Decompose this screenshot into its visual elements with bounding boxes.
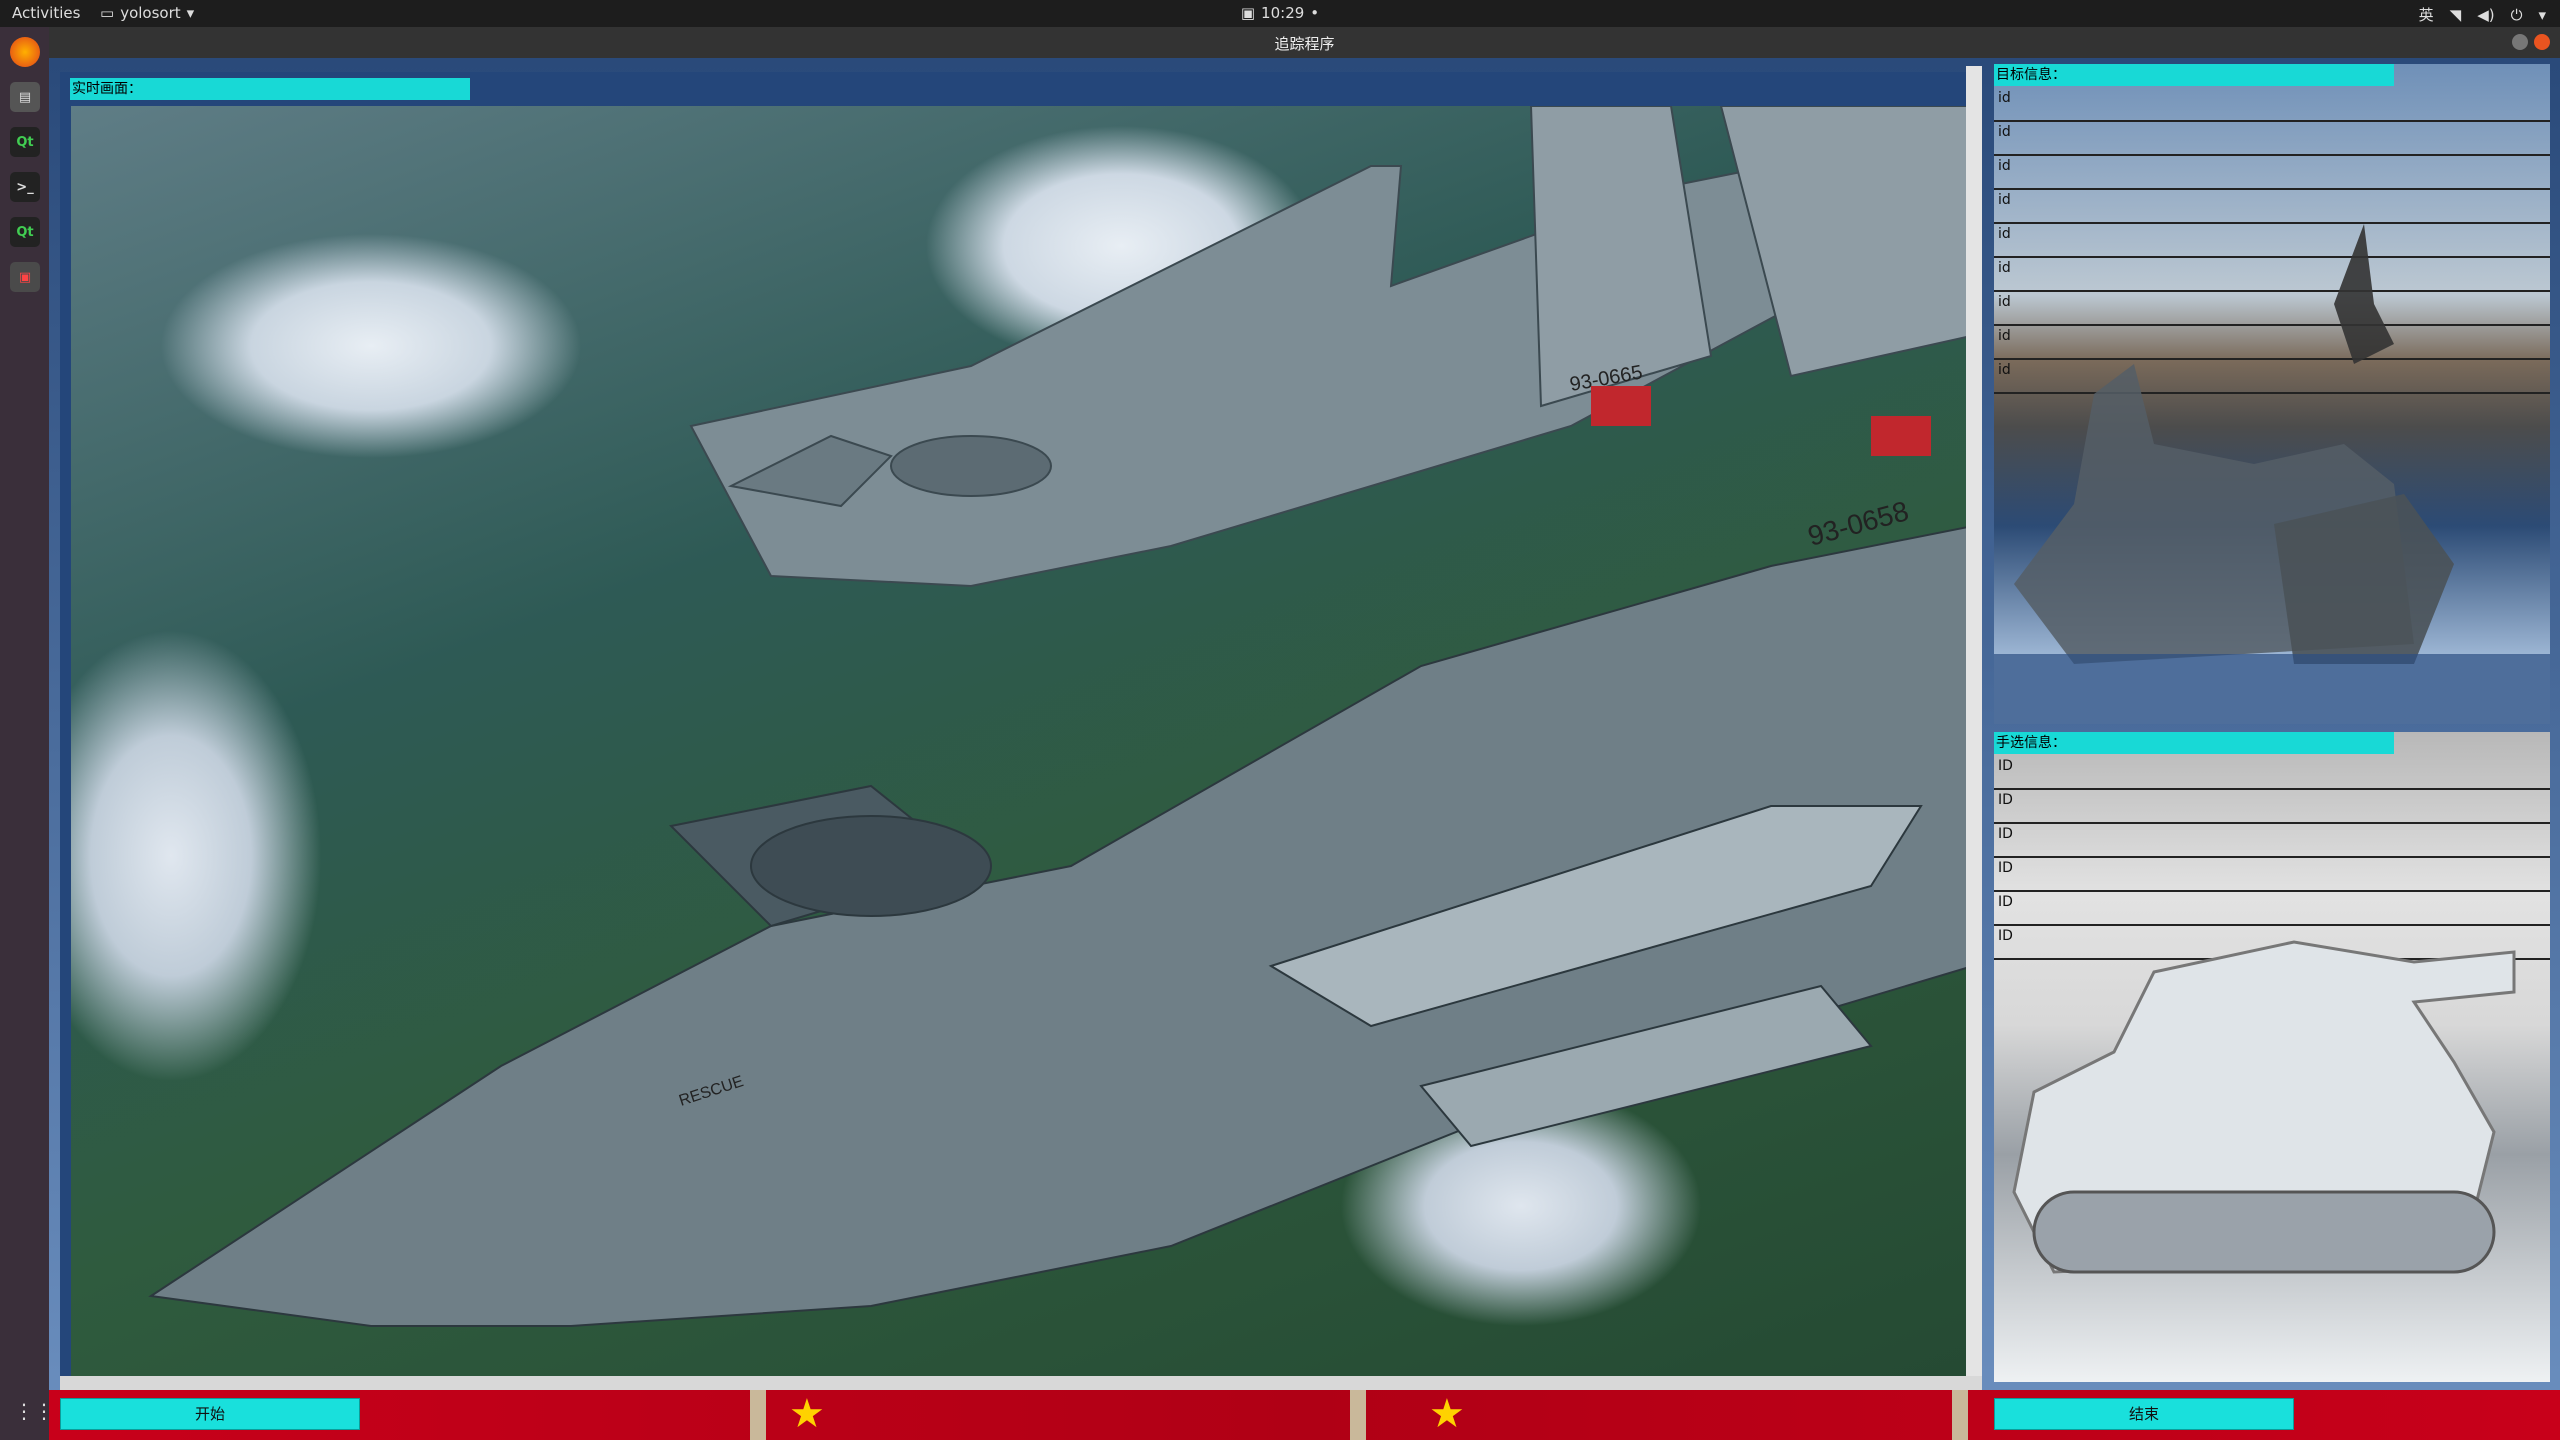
target-info-label: 目标信息：: [1994, 64, 2394, 86]
target-row[interactable]: id: [1994, 88, 2550, 122]
clock[interactable]: ▣ 10:29 •: [1241, 4, 1319, 22]
qt-designer-icon[interactable]: Qt: [10, 217, 40, 247]
target-row[interactable]: id: [1994, 122, 2550, 156]
pillar-decoration: [1350, 1390, 1366, 1440]
system-tray[interactable]: 英 ◥ ◀) ⏻ ▾: [2419, 4, 2546, 25]
window-title: 追踪程序: [1274, 35, 1335, 53]
calendar-icon: ▣: [1240, 4, 1256, 22]
show-applications-icon[interactable]: ⋮⋮⋮: [14, 1400, 74, 1422]
pillar-decoration: [750, 1390, 766, 1440]
pillar-decoration: [1952, 1390, 1968, 1440]
firefox-icon[interactable]: [10, 37, 40, 67]
window-titlebar[interactable]: 追踪程序: [49, 27, 2560, 58]
start-button[interactable]: 开始: [60, 1398, 360, 1430]
clock-time: 10:29: [1261, 4, 1305, 22]
power-icon: ⏻: [2510, 5, 2523, 24]
video-vertical-scrollbar[interactable]: [1966, 66, 1982, 1376]
notification-dot-icon: •: [1310, 4, 1320, 22]
video-horizontal-scrollbar[interactable]: [60, 1376, 1982, 1390]
system-top-bar: Activities ▭ yolosort ▾ ▣ 10:29 • 英 ◥ ◀)…: [0, 0, 2560, 27]
network-icon: ◥: [2449, 5, 2462, 24]
volume-icon: ◀): [2477, 5, 2495, 24]
chevron-down-icon: ▾: [2538, 5, 2546, 24]
chevron-down-icon: ▾: [186, 4, 195, 22]
manual-row[interactable]: ID: [1994, 824, 2550, 858]
end-button[interactable]: 结束: [1994, 1398, 2294, 1430]
manual-selection-panel: 手选信息： ID ID ID ID ID ID: [1994, 732, 2550, 1382]
app-window-icon: ▭: [100, 4, 115, 22]
terminal-icon[interactable]: >_: [10, 172, 40, 202]
target-row[interactable]: id: [1994, 190, 2550, 224]
video-label: 实时画面：: [70, 78, 470, 100]
app-menu-label: yolosort: [120, 4, 181, 22]
manual-row[interactable]: ID: [1994, 756, 2550, 790]
target-row[interactable]: id: [1994, 224, 2550, 258]
turkey-flag-mark: [1871, 416, 1931, 456]
close-icon[interactable]: [2534, 34, 2550, 50]
target-row[interactable]: id: [1994, 292, 2550, 326]
turkey-flag-mark: [1591, 386, 1651, 426]
target-info-panel: 目标信息： id id id id id id id id id: [1994, 64, 2550, 724]
minimize-icon[interactable]: [2512, 34, 2528, 50]
manual-selection-label: 手选信息：: [1994, 732, 2394, 754]
files-icon[interactable]: ▤: [10, 82, 40, 112]
target-row[interactable]: id: [1994, 258, 2550, 292]
qt-creator-icon[interactable]: Qt: [10, 127, 40, 157]
dock: ▤ Qt >_ Qt ▣ ⋮⋮⋮: [0, 27, 74, 1440]
manual-row[interactable]: ID: [1994, 790, 2550, 824]
input-method-indicator[interactable]: 英: [2419, 4, 2434, 25]
target-row[interactable]: id: [1994, 156, 2550, 190]
star-decoration: ★: [789, 1391, 825, 1437]
activities-button[interactable]: Activities: [12, 4, 80, 22]
target-row[interactable]: id: [1994, 326, 2550, 360]
star-decoration: ★: [1429, 1391, 1465, 1437]
manual-row[interactable]: ID: [1994, 858, 2550, 892]
fighter-jets-image: 93-0665 93-0658 RESCUE: [148, 106, 1973, 1327]
manual-row[interactable]: ID: [1994, 926, 2550, 960]
target-row[interactable]: id: [1994, 360, 2550, 394]
running-app-icon[interactable]: ▣: [10, 262, 40, 292]
live-video-view: 93-0665 93-0658 RESCUE: [71, 106, 1973, 1376]
manual-row[interactable]: ID: [1994, 892, 2550, 926]
app-menu[interactable]: ▭ yolosort ▾: [100, 4, 194, 22]
